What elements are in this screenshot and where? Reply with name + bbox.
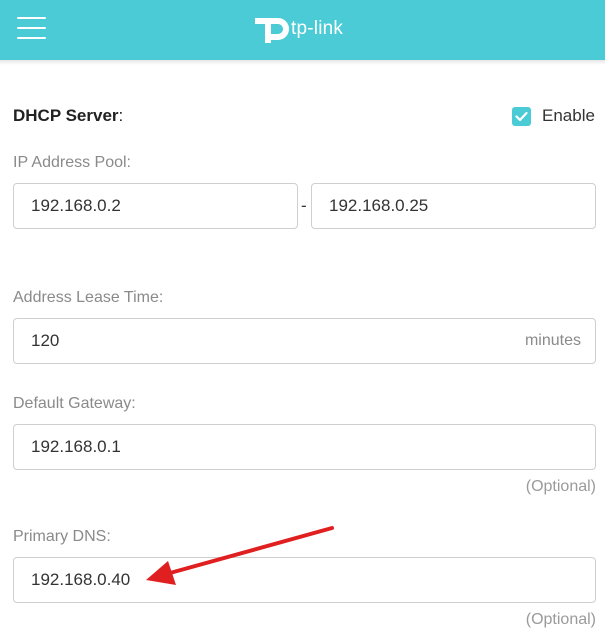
ip-pool-end-field[interactable] [311,183,596,229]
default-gateway-input[interactable] [31,437,595,457]
enable-checkbox-control[interactable]: Enable [512,106,595,126]
lease-time-unit: minutes [524,332,581,349]
header-shadow [0,60,605,65]
brand-name: tp-link [291,18,344,39]
lease-time-input[interactable] [31,331,595,351]
primary-dns-field[interactable] [13,557,596,603]
primary-dns-label: Primary DNS: [13,528,111,545]
lease-time-field[interactable]: minutes [13,318,596,364]
tp-link-logo-icon [255,18,289,43]
enable-checkbox[interactable] [512,106,531,126]
ip-pool-separator: - [301,196,307,215]
ip-pool-start-field[interactable] [13,183,298,229]
hamburger-menu-icon[interactable] [17,17,47,41]
address-lease-time-label: Address Lease Time: [13,289,164,306]
enable-label: Enable [542,106,595,125]
primary-dns-optional-hint: (Optional) [525,611,596,628]
ip-pool-end-input[interactable] [329,196,595,216]
ip-pool-start-input[interactable] [31,196,297,216]
checkmark-icon [515,111,528,121]
default-gateway-optional-hint: (Optional) [525,478,596,495]
tp-link-logo: tp-link [254,12,343,46]
top-bar: tp-link [0,0,605,60]
dhcp-server-title: DHCP Server: [13,106,124,125]
primary-dns-input[interactable] [31,570,595,590]
ip-address-pool-label: IP Address Pool: [13,154,131,171]
default-gateway-field[interactable] [13,424,596,470]
default-gateway-label: Default Gateway: [13,395,136,412]
